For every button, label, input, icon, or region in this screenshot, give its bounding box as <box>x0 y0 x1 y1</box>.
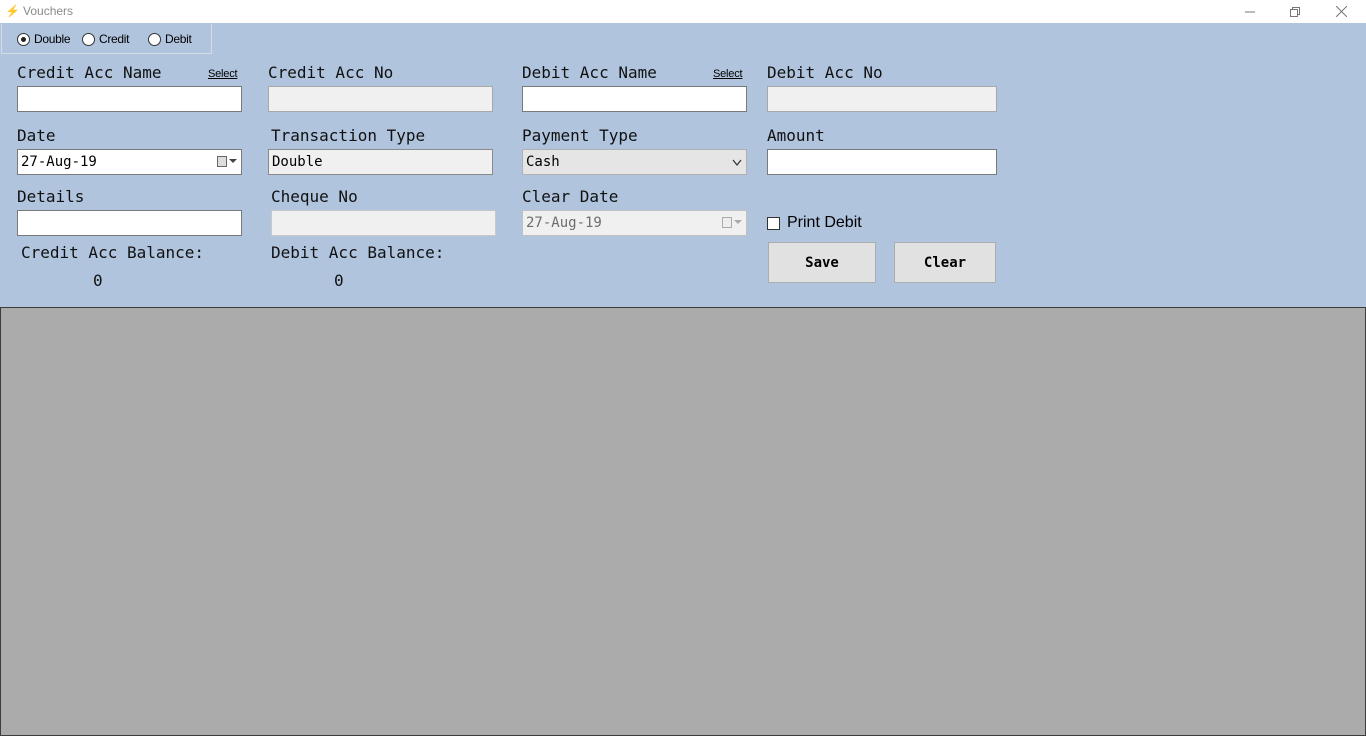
debit-acc-no-label: Debit Acc No <box>767 63 883 82</box>
radio-double[interactable]: Double <box>17 32 71 46</box>
debit-acc-select-link[interactable]: Select <box>713 68 743 80</box>
amount-label: Amount <box>767 126 825 145</box>
close-button[interactable] <box>1318 0 1364 23</box>
debit-balance-label: Debit Acc Balance: <box>271 243 445 262</box>
voucher-grid[interactable] <box>0 307 1366 736</box>
date-label: Date <box>17 126 56 145</box>
clear-date-picker: 27-Aug-19 <box>522 210 747 236</box>
debit-acc-name-label: Debit Acc Name <box>522 63 657 82</box>
restore-icon <box>1290 6 1300 17</box>
credit-acc-name-field[interactable] <box>17 86 242 112</box>
title-bar: ⚡ Vouchers <box>0 0 1366 23</box>
dropdown-arrow-icon <box>229 159 237 163</box>
details-field[interactable] <box>17 210 242 236</box>
dropdown-arrow-icon <box>734 220 742 224</box>
amount-field[interactable] <box>767 149 997 175</box>
app-icon: ⚡ <box>5 4 20 18</box>
save-button[interactable]: Save <box>768 242 876 283</box>
radio-double-label: Double <box>34 32 71 46</box>
credit-acc-no-field <box>268 86 493 112</box>
transaction-type-field: Double <box>268 149 493 175</box>
credit-acc-name-label: Credit Acc Name <box>17 63 162 82</box>
window-title: Vouchers <box>23 4 74 18</box>
debit-acc-name-field[interactable] <box>522 86 747 112</box>
credit-acc-no-label: Credit Acc No <box>268 63 394 82</box>
radio-unselected-icon <box>148 32 161 46</box>
radio-debit[interactable]: Debit <box>148 32 192 46</box>
radio-selected-icon <box>17 32 30 46</box>
credit-balance-label: Credit Acc Balance: <box>21 243 205 262</box>
mode-radio-group: Double Credit Debit <box>1 24 212 54</box>
clear-button[interactable]: Clear <box>894 242 996 283</box>
transaction-type-label: Transaction Type <box>271 126 426 145</box>
chevron-down-icon <box>732 159 742 166</box>
payment-type-value: Cash <box>526 154 560 170</box>
date-value: 27-Aug-19 <box>21 154 97 170</box>
print-debit-label: Print Debit <box>787 214 862 231</box>
payment-type-select[interactable]: Cash <box>522 149 747 175</box>
credit-acc-select-link[interactable]: Select <box>208 68 238 80</box>
debit-balance-value: 0 <box>334 271 344 290</box>
radio-debit-label: Debit <box>165 32 192 46</box>
credit-balance-value: 0 <box>93 271 103 290</box>
minimize-button[interactable] <box>1227 0 1273 23</box>
details-label: Details <box>17 187 85 206</box>
clear-date-label: Clear Date <box>522 187 619 206</box>
radio-unselected-icon <box>82 32 95 46</box>
debit-acc-no-field <box>767 86 997 112</box>
payment-type-label: Payment Type <box>522 126 638 145</box>
print-debit-checkbox[interactable] <box>767 217 780 230</box>
cheque-no-field <box>271 210 496 236</box>
calendar-icon <box>722 217 732 228</box>
close-icon <box>1335 6 1347 17</box>
radio-credit[interactable]: Credit <box>82 32 130 46</box>
restore-button[interactable] <box>1272 0 1318 23</box>
minimize-icon <box>1245 11 1255 12</box>
calendar-icon <box>217 156 227 167</box>
date-picker[interactable]: 27-Aug-19 <box>17 149 242 175</box>
cheque-no-label: Cheque No <box>271 187 358 206</box>
voucher-form: Double Credit Debit Credit Acc Name Sele… <box>0 23 1366 307</box>
radio-credit-label: Credit <box>99 32 130 46</box>
clear-date-value: 27-Aug-19 <box>526 215 602 231</box>
